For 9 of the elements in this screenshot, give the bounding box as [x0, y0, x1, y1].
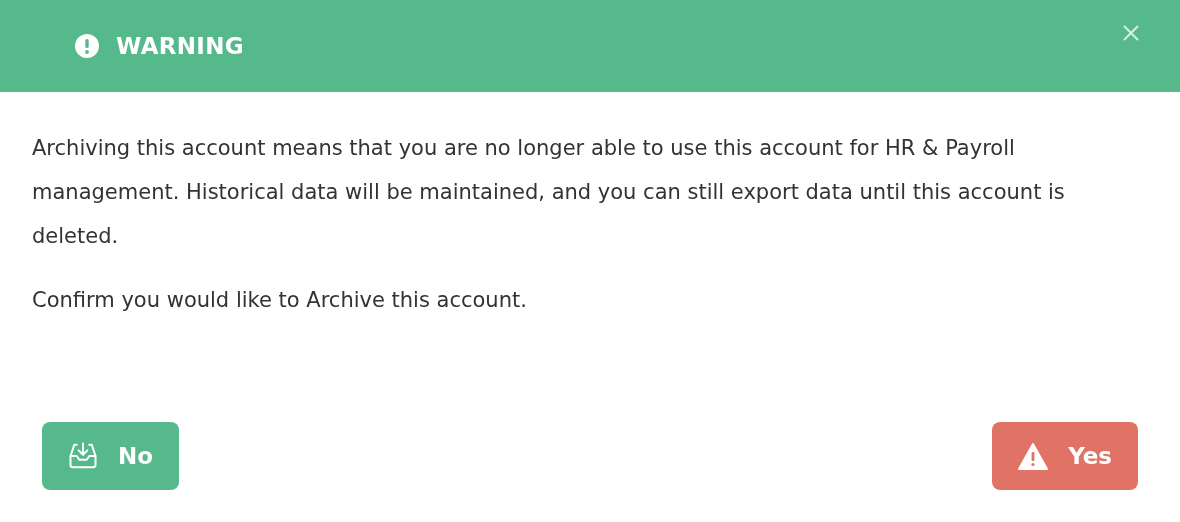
yes-button[interactable]: Yes [992, 422, 1138, 490]
inbox-download-icon [68, 441, 98, 471]
message-text: Confirm you would like to Archive this account. [32, 287, 528, 314]
message-text: Archiving this account means that you are no longer able to use this account for HR & Payroll management. Historical data will be maintained, and you can still export data until this account is deleted. [32, 135, 1066, 250]
no-button[interactable]: No [42, 422, 180, 490]
exclamation-icon [74, 33, 100, 59]
close-button[interactable] [1122, 24, 1140, 42]
dialog-title: WARNING [116, 33, 245, 59]
warning-icon [1018, 442, 1049, 470]
